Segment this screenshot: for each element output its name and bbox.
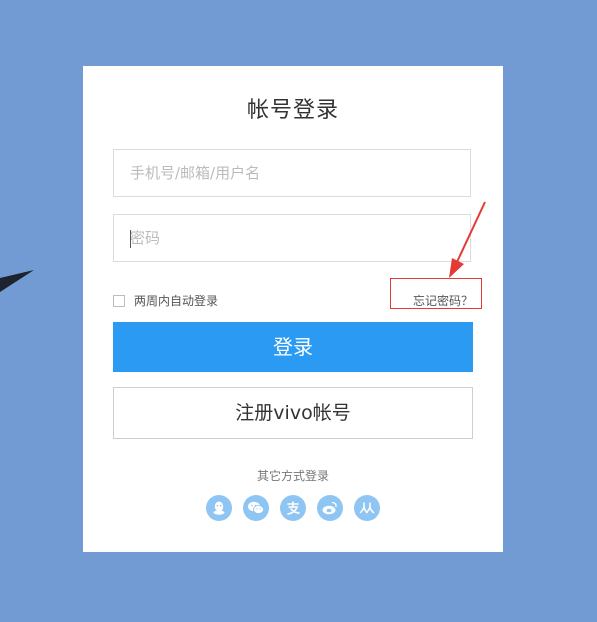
remember-me[interactable]: 两周内自动登录 [113, 292, 218, 309]
login-card: 帐号登录 两周内自动登录 忘记密码？ 登录 注册vivo帐号 其它方式登录 [83, 66, 503, 552]
qq-icon[interactable] [206, 495, 232, 521]
register-button[interactable]: 注册vivo帐号 [113, 387, 473, 439]
username-input[interactable] [114, 150, 470, 196]
wechat-icon[interactable] [243, 495, 269, 521]
remember-label: 两周内自动登录 [134, 294, 219, 308]
weibo-icon[interactable] [317, 495, 343, 521]
forgot-password-link[interactable]: 忘记密码？ [413, 292, 473, 309]
remember-checkbox[interactable] [113, 294, 125, 307]
social-login-list [206, 495, 380, 521]
password-input[interactable] [114, 215, 470, 261]
other-login-label: 其它方式登录 [256, 469, 329, 483]
annotation-arrow-icon [449, 201, 486, 278]
page-title: 帐号登录 [246, 98, 339, 123]
renren-icon[interactable] [354, 495, 380, 521]
alipay-icon[interactable] [280, 495, 306, 521]
text-caret [130, 230, 131, 248]
background-shape [0, 270, 34, 292]
username-field[interactable] [113, 149, 471, 197]
password-field[interactable] [113, 214, 471, 262]
login-button[interactable]: 登录 [113, 322, 473, 372]
